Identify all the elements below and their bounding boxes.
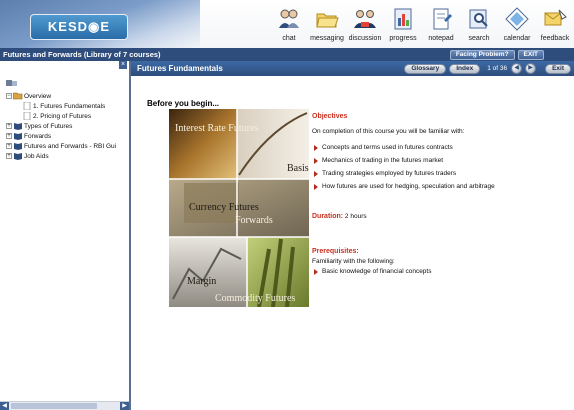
course-bar: Futures and Forwards (Library of 7 cours… xyxy=(0,48,574,61)
discussion-button[interactable]: discussion xyxy=(346,6,384,48)
course-tree: − Overview 1. Futures Fundamentals 2. Pr… xyxy=(0,69,129,161)
messaging-button[interactable]: messaging xyxy=(308,6,346,48)
book-icon xyxy=(14,143,22,150)
tree-item-label: Futures and Forwards - RBI Gui xyxy=(24,142,117,150)
previous-page-button[interactable]: ◀ xyxy=(511,63,523,74)
bullet-arrow-icon xyxy=(314,170,318,177)
bullet-arrow-icon xyxy=(314,183,318,190)
scroll-thumb[interactable] xyxy=(11,403,97,409)
tree-item-forwards[interactable]: + Forwards xyxy=(6,131,129,141)
notepad-icon xyxy=(433,8,452,30)
content-area: Futures Fundamentals Glossary Index 1 of… xyxy=(131,61,574,410)
bullet-arrow-icon xyxy=(314,268,318,275)
collage-label-forwards: Forwards xyxy=(235,215,273,226)
book-icon xyxy=(14,153,22,160)
book-icon xyxy=(14,133,22,140)
book-icon xyxy=(14,123,22,130)
expand-icon[interactable]: + xyxy=(6,133,12,139)
tree-item-job-aids[interactable]: + Job Aids xyxy=(6,151,129,161)
course-collage-image: Interest Rate Futures Basis Currency Fut… xyxy=(169,109,309,307)
app-header: KESD◉E chat messaging discussion progres… xyxy=(0,0,574,48)
discussion-icon xyxy=(354,10,376,28)
objective-item: Trading strategies employed by futures t… xyxy=(312,167,552,180)
expand-icon[interactable]: + xyxy=(6,153,12,159)
course-info: Objectives On completion of this course … xyxy=(312,113,552,278)
page-counter: 1 of 36 xyxy=(487,65,508,72)
collage-label-currency-futures: Currency Futures xyxy=(189,202,259,213)
scroll-left-icon[interactable]: ◀ xyxy=(0,402,9,410)
kesdee-logo: KESD◉E xyxy=(30,14,128,40)
duration-value: 2 hours xyxy=(344,213,367,220)
tree-root-icon xyxy=(6,79,129,91)
collage-label-margin: Margin xyxy=(187,276,216,287)
duration-line: Duration: 2 hours xyxy=(312,213,552,220)
chat-button[interactable]: chat xyxy=(270,6,308,48)
lesson-title: Futures Fundamentals xyxy=(137,64,223,73)
feedback-icon xyxy=(544,9,567,26)
search-icon xyxy=(469,9,488,29)
calendar-icon xyxy=(505,7,529,31)
notepad-button[interactable]: notepad xyxy=(422,6,460,48)
duration-label: Duration: xyxy=(312,213,344,220)
tree-item-label: Types of Futures xyxy=(24,122,73,130)
tree-item-rbi-guidelines[interactable]: + Futures and Forwards - RBI Gui xyxy=(6,141,129,151)
collage-label-interest-rate-futures: Interest Rate Futures xyxy=(175,123,258,134)
folder-open-icon xyxy=(13,92,23,100)
objectives-intro: On completion of this course you will be… xyxy=(312,128,465,135)
tree-item-types-of-futures[interactable]: + Types of Futures xyxy=(6,121,129,131)
tree-item-futures-fundamentals[interactable]: 1. Futures Fundamentals xyxy=(6,101,129,111)
tree-item-overview[interactable]: − Overview xyxy=(6,91,129,101)
tree-item-label: 1. Futures Fundamentals xyxy=(33,102,106,110)
bullet-arrow-icon xyxy=(314,157,318,164)
tree-item-pricing-of-futures[interactable]: 2. Pricing of Futures xyxy=(6,111,129,121)
objective-item: Mechanics of trading in the futures mark… xyxy=(312,154,552,167)
collage-label-basis: Basis xyxy=(287,163,309,174)
before-you-begin-heading: Before you begin... xyxy=(147,99,220,108)
page-icon xyxy=(23,102,31,110)
progress-button[interactable]: progress xyxy=(384,6,422,48)
objective-item: Concepts and terms used in futures contr… xyxy=(312,141,552,154)
bullet-arrow-icon xyxy=(314,144,318,151)
calendar-button[interactable]: calendar xyxy=(498,6,536,48)
messaging-icon xyxy=(316,13,339,28)
expand-icon[interactable]: + xyxy=(6,143,12,149)
search-button[interactable]: search xyxy=(460,6,498,48)
prerequisites-heading: Prerequisites: xyxy=(312,248,359,255)
tree-item-label: Forwards xyxy=(24,132,52,140)
collapse-icon[interactable]: − xyxy=(6,93,12,99)
tree-item-label: Job Aids xyxy=(24,152,49,160)
scroll-right-icon[interactable]: ▶ xyxy=(120,402,129,410)
content-title-bar: Futures Fundamentals Glossary Index 1 of… xyxy=(131,61,574,76)
course-tree-panel: × − Overview 1. Futures Fundamentals 2. … xyxy=(0,61,131,410)
course-title: Futures and Forwards (Library of 7 cours… xyxy=(3,50,161,59)
close-panel-button[interactable]: × xyxy=(119,61,127,69)
prerequisites-intro: Familiarity with the following: xyxy=(312,258,395,265)
panel-head: × xyxy=(0,61,129,69)
objectives-heading: Objectives xyxy=(312,113,348,120)
expand-icon[interactable]: + xyxy=(6,123,12,129)
glossary-button[interactable]: Glossary xyxy=(404,63,447,74)
collage-label-commodity-futures: Commodity Futures xyxy=(215,293,295,304)
feedback-button[interactable]: feedback xyxy=(536,6,574,48)
toolbar: chat messaging discussion progress notep… xyxy=(270,6,574,48)
next-page-button[interactable]: ▶ xyxy=(525,63,537,74)
prerequisite-item: Basic knowledge of financial concepts xyxy=(312,265,552,278)
page-icon xyxy=(23,112,31,120)
horizontal-scrollbar[interactable]: ◀ ▶ xyxy=(0,401,129,410)
index-button[interactable]: Index xyxy=(449,63,481,74)
exit-course-button[interactable]: EXIT xyxy=(517,49,544,60)
exit-lesson-button[interactable]: Exit xyxy=(545,63,571,74)
progress-icon xyxy=(394,8,412,30)
tree-item-label: 2. Pricing of Futures xyxy=(33,112,92,120)
facing-problem-button[interactable]: Facing Problem? xyxy=(449,49,515,60)
tree-item-label: Overview xyxy=(24,92,52,100)
chat-icon xyxy=(279,9,299,28)
objective-item: How futures are used for hedging, specul… xyxy=(312,180,552,193)
